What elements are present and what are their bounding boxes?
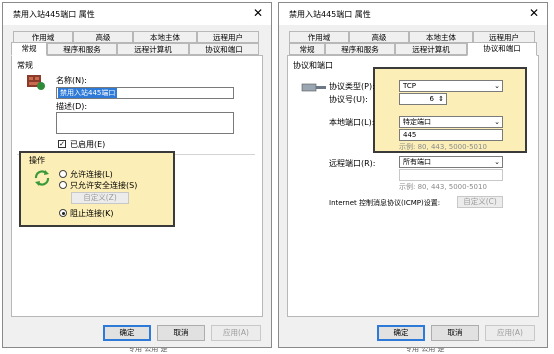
tab-protocols-ports[interactable]: 协议和端口	[467, 42, 537, 56]
tab-general[interactable]: 常规	[11, 42, 47, 56]
local-port-input[interactable]: 445	[399, 129, 503, 141]
close-icon[interactable]: ✕	[253, 6, 263, 20]
action-section-label: 操作	[29, 156, 45, 165]
protocol-number-label: 协议号(U):	[329, 95, 368, 104]
protocols-section-label: 协议和端口	[293, 61, 333, 70]
icmp-custom-button[interactable]: 自定义(C)	[457, 196, 503, 208]
protocol-number-spinner[interactable]: 6 ⇕	[399, 93, 447, 105]
allow-secure-radio[interactable]	[59, 181, 67, 189]
tab-remote-computers[interactable]: 远程计算机	[395, 43, 467, 55]
remote-port-select[interactable]: 所有端口 ⌄	[399, 156, 503, 168]
chevron-down-icon: ⌄	[494, 82, 500, 90]
local-port-label: 本地端口(L):	[329, 118, 375, 127]
name-field[interactable]: 禁用入站445端口	[56, 87, 234, 99]
block-connection-label: 阻止连接(K)	[70, 209, 114, 218]
tab-remote-computers[interactable]: 远程计算机	[117, 43, 189, 55]
tab-general[interactable]: 常规	[289, 43, 325, 55]
window-title: 禁用入站445端口 属性	[13, 10, 95, 19]
local-port-input-value: 445	[403, 131, 417, 139]
allow-connection-label: 允许连接(L)	[70, 170, 113, 179]
general-section-label: 常规	[17, 61, 33, 70]
block-connection-radio[interactable]	[59, 209, 67, 217]
ok-button[interactable]: 确定	[377, 325, 425, 341]
ok-button[interactable]: 确定	[103, 325, 151, 341]
remote-port-input[interactable]	[399, 169, 503, 181]
apply-button[interactable]: 应用(A)	[485, 325, 535, 341]
tab-local-principals[interactable]: 本地主体	[409, 31, 473, 43]
window-title: 禁用入站445端口 属性	[289, 10, 371, 19]
enabled-label: 已启用(E)	[70, 140, 106, 149]
protocol-type-label: 协议类型(P):	[329, 82, 375, 91]
firewall-rule-icon	[26, 73, 46, 91]
remote-port-example: 示例: 80, 443, 5000-5010	[399, 183, 487, 191]
recycle-arrows-icon	[33, 169, 51, 187]
tab-scope[interactable]: 作用域	[289, 31, 349, 43]
spinner-arrows-icon: ⇕	[438, 95, 444, 103]
name-label: 名称(N):	[56, 76, 87, 85]
enabled-checkbox[interactable]: ✓	[58, 140, 66, 148]
custom-button[interactable]: 自定义(Z)	[71, 192, 129, 204]
tab-programs-services[interactable]: 程序和服务	[47, 43, 117, 55]
tab-advanced[interactable]: 高级	[349, 31, 409, 43]
cancel-button[interactable]: 取消	[157, 325, 205, 341]
local-port-example: 示例: 80, 443, 5000-5010	[399, 143, 487, 151]
protocol-number-value: 6	[429, 95, 434, 103]
close-icon[interactable]: ✕	[529, 6, 539, 20]
chevron-down-icon: ⌄	[494, 158, 500, 166]
description-field[interactable]	[56, 112, 234, 134]
chevron-down-icon: ⌄	[494, 118, 500, 126]
allow-secure-label: 只允许安全连接(S)	[70, 181, 138, 190]
protocol-type-select[interactable]: TCP ⌄	[399, 80, 503, 92]
remote-port-value: 所有端口	[403, 158, 431, 166]
protocol-type-value: TCP	[403, 82, 416, 90]
tab-advanced[interactable]: 高级	[73, 31, 133, 43]
cancel-button[interactable]: 取消	[431, 325, 479, 341]
tab-programs-services[interactable]: 程序和服务	[325, 43, 395, 55]
name-value: 禁用入站445端口	[58, 88, 118, 98]
tab-remote-users[interactable]: 远程用户	[197, 31, 259, 43]
tab-local-principals[interactable]: 本地主体	[133, 31, 197, 43]
local-port-value: 特定端口	[403, 118, 431, 126]
apply-button[interactable]: 应用(A)	[211, 325, 261, 341]
icmp-settings-label: Internet 控制消息协议(ICMP)设置:	[329, 199, 441, 207]
title-bar: 禁用入站445端口 属性 ✕	[3, 3, 271, 25]
remote-port-label: 远程端口(R):	[329, 159, 376, 168]
allow-connection-radio[interactable]	[59, 170, 67, 178]
network-cable-icon	[301, 81, 327, 95]
local-port-select[interactable]: 特定端口 ⌄	[399, 116, 503, 128]
description-label: 描述(D):	[56, 102, 88, 111]
properties-dialog-general: 禁用入站445端口 属性 ✕ 作用域 高级 本地主体 远程用户 常规 程序和服务…	[2, 2, 272, 348]
tab-protocols-ports[interactable]: 协议和端口	[189, 43, 259, 55]
properties-dialog-protocols: 禁用入站445端口 属性 ✕ 作用域 高级 本地主体 远程用户 常规 程序和服务…	[278, 2, 548, 348]
title-bar: 禁用入站445端口 属性 ✕	[279, 3, 547, 25]
